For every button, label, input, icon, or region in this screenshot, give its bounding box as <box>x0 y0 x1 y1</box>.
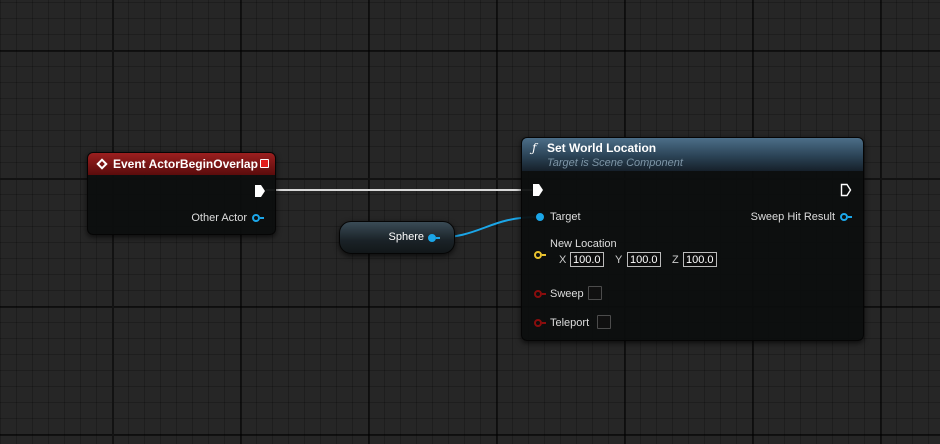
location-y-input[interactable] <box>627 252 661 267</box>
sweep-label: Sweep <box>550 288 584 300</box>
sweep-hit-result-pin-icon[interactable] <box>840 213 848 221</box>
sphere-variable-node[interactable]: Sphere <box>339 221 455 254</box>
delegate-stop-icon[interactable] <box>260 159 269 168</box>
sweep-checkbox[interactable] <box>588 286 602 300</box>
location-x-input[interactable] <box>570 252 604 267</box>
teleport-label: Teleport <box>550 317 590 329</box>
set-world-location-title: Set World Location <box>547 141 657 155</box>
sphere-label: Sphere <box>388 231 424 243</box>
target-label: Target <box>550 211 581 223</box>
sphere-output-pin-icon[interactable] <box>428 234 436 242</box>
other-actor-pin-icon[interactable] <box>252 214 260 222</box>
new-location-pin-icon[interactable] <box>534 251 542 259</box>
new-location-label: New Location <box>550 238 617 250</box>
sphere-pin-tail <box>436 237 440 239</box>
sweep-hit-result-label: Sweep Hit Result <box>750 211 835 223</box>
location-z-input[interactable] <box>683 252 717 267</box>
set-world-location-subtitle: Target is Scene Component <box>547 157 683 169</box>
new-location-pin-tail <box>542 254 546 256</box>
exec-output-pin-icon[interactable] <box>840 183 852 197</box>
z-axis-label: Z <box>672 254 679 266</box>
y-axis-label: Y <box>615 254 623 266</box>
other-actor-label: Other Actor <box>191 212 247 224</box>
other-actor-pin-tail <box>260 217 264 219</box>
event-diamond-icon <box>96 158 108 170</box>
sweep-pin-icon[interactable] <box>534 290 542 298</box>
target-pin-icon[interactable] <box>536 213 544 221</box>
event-actor-begin-overlap-node[interactable]: Event ActorBeginOverlap Other Actor <box>87 152 276 235</box>
teleport-checkbox[interactable] <box>597 315 611 329</box>
teleport-pin-tail <box>542 322 546 324</box>
sweep-pin-tail <box>542 293 546 295</box>
set-world-location-header[interactable]: ƒ Set World Location Target is Scene Com… <box>522 138 863 171</box>
set-world-location-node[interactable]: ƒ Set World Location Target is Scene Com… <box>521 137 864 341</box>
x-axis-label: X <box>559 254 567 266</box>
function-icon: ƒ <box>532 141 537 155</box>
teleport-pin-icon[interactable] <box>534 319 542 327</box>
event-node-title: Event ActorBeginOverlap <box>113 157 258 171</box>
sweep-hit-result-pin-tail <box>848 216 852 218</box>
exec-output-pin-icon[interactable] <box>254 184 266 198</box>
event-node-header[interactable]: Event ActorBeginOverlap <box>88 153 275 175</box>
exec-input-pin-icon[interactable] <box>532 183 544 197</box>
